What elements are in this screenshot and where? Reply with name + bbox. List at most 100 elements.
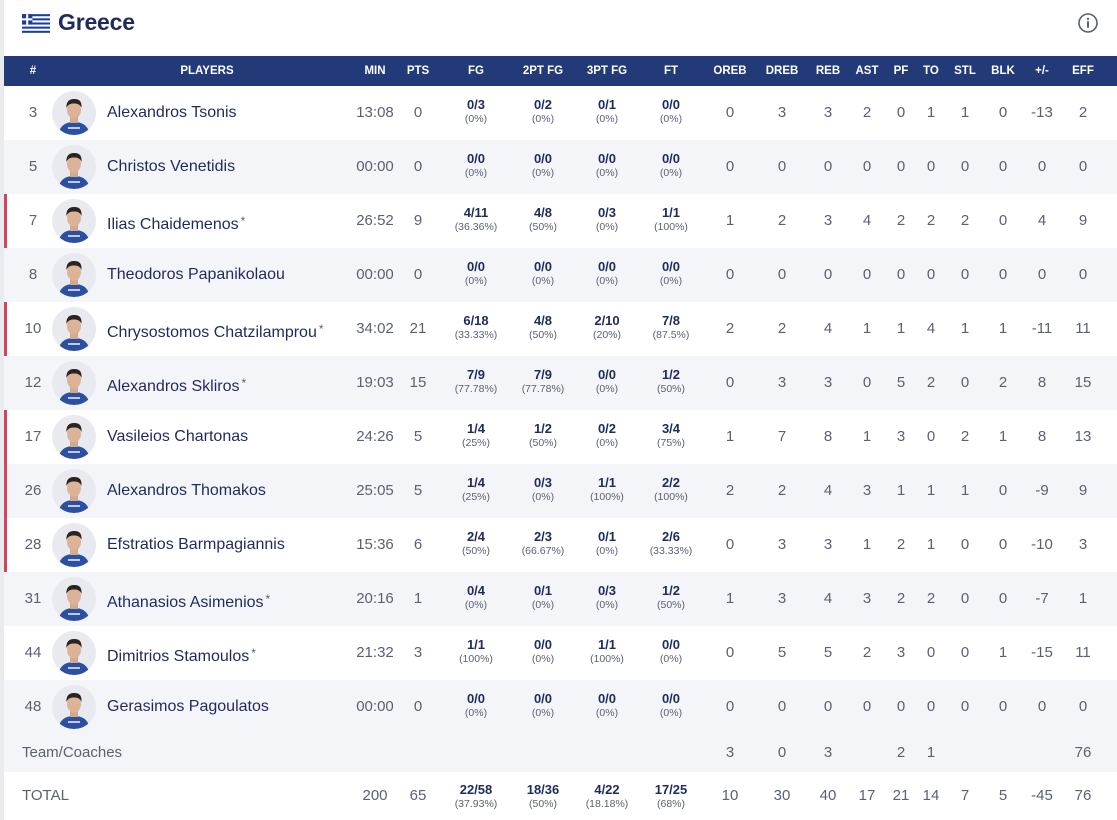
player-fg3-percent: (0%)	[595, 707, 619, 719]
column-header[interactable]: #	[4, 56, 62, 86]
column-header[interactable]: 3PT FG	[576, 56, 638, 86]
player-fg2-made-attempted: 4/8	[533, 205, 553, 220]
player-fg-made-attempted: 7/9	[466, 367, 486, 382]
player-dreb: 7	[777, 428, 787, 445]
player-avatar[interactable]	[52, 415, 96, 459]
player-name-link[interactable]: Christos Venetidis	[107, 140, 235, 194]
player-avatar[interactable]	[52, 685, 96, 729]
player-avatar[interactable]	[52, 631, 96, 675]
team-title: Greece	[58, 9, 135, 35]
player-fg3-made-attempted: 1/1	[597, 637, 617, 652]
player-dreb: 2	[777, 212, 787, 229]
player-name-link[interactable]: Alexandros Thomakos	[107, 464, 266, 518]
player-name-link[interactable]: Alexandros Tsonis	[107, 86, 237, 140]
player-oreb: 0	[725, 104, 735, 121]
total-plus-minus: -45	[1031, 787, 1053, 804]
player-pts: 0	[413, 266, 423, 283]
player-oreb: 1	[725, 590, 735, 607]
player-to: 2	[926, 374, 936, 391]
player-oreb: 1	[725, 428, 735, 445]
player-reb: 0	[823, 698, 833, 715]
player-ft-made-attempted: 2/6	[661, 529, 681, 544]
column-header[interactable]: DREB	[759, 56, 805, 86]
player-fg-percent: (100%)	[459, 653, 493, 665]
table-header: # PLAYERS MIN PTS FG 2PT FG 3PT FG FT OREB DREB RE…	[4, 56, 1117, 86]
player-fg-percent: (33.33%)	[454, 329, 498, 341]
player-avatar[interactable]	[52, 361, 96, 405]
column-header[interactable]: PLAYERS	[62, 56, 352, 86]
player-pf: 1	[896, 320, 906, 337]
player-eff: 15	[1074, 374, 1092, 391]
player-avatar[interactable]	[52, 253, 96, 297]
total-dreb: 30	[773, 787, 791, 804]
player-min: 00:00	[356, 266, 394, 283]
column-header[interactable]: REB	[808, 56, 848, 86]
player-avatar[interactable]	[52, 523, 96, 567]
column-header[interactable]: FT	[638, 56, 704, 86]
player-pts: 3	[413, 644, 423, 661]
player-pm: 4	[1037, 212, 1047, 229]
column-header[interactable]: TO	[916, 56, 946, 86]
column-header[interactable]: OREB	[707, 56, 753, 86]
player-pm: -10	[1031, 536, 1053, 553]
column-header[interactable]: EFF	[1062, 56, 1104, 86]
column-header[interactable]: MIN	[351, 56, 399, 86]
column-header[interactable]: FG	[442, 56, 510, 86]
player-name-link[interactable]: Alexandros Skliros *	[107, 356, 246, 410]
player-avatar[interactable]	[52, 577, 96, 621]
column-header[interactable]: AST	[850, 56, 884, 86]
player-ft: 0/0 (0%)	[638, 151, 704, 180]
player-to: 0	[926, 698, 936, 715]
player-fg-percent: (0%)	[464, 599, 488, 611]
player-stl: 0	[960, 266, 970, 283]
column-header[interactable]: +/-	[1022, 56, 1062, 86]
player-fg-made-attempted: 1/1	[466, 637, 486, 652]
player-name-link[interactable]: Efstratios Barmpagiannis	[107, 518, 285, 572]
table-row: 44 Dimitrios Stamoulos * 21:32 3 1/1 (100%) 0/0…	[4, 626, 1117, 680]
player-fg2-percent: (50%)	[528, 221, 557, 233]
player-name-link[interactable]: Athanasios Asimenios *	[107, 572, 270, 626]
total-reb: 40	[819, 787, 837, 804]
player-ast: 2	[862, 104, 872, 121]
info-icon[interactable]	[1077, 12, 1099, 34]
total-oreb: 10	[721, 787, 739, 804]
player-pts: 5	[413, 482, 423, 499]
player-name-link[interactable]: Dimitrios Stamoulos *	[107, 626, 256, 680]
player-fg3-percent: (0%)	[595, 599, 619, 611]
player-fg3-made-attempted: 0/0	[597, 367, 617, 382]
player-name-link[interactable]: Gerasimos Pagoulatos	[107, 680, 269, 734]
player-avatar[interactable]	[52, 469, 96, 513]
player-to: 1	[926, 482, 936, 499]
player-fg: 1/1 (100%)	[442, 637, 510, 666]
player-avatar[interactable]	[52, 145, 96, 189]
player-ft: 3/4 (75%)	[638, 421, 704, 450]
player-name: Ilias Chaidemenos	[107, 216, 239, 233]
player-oreb: 2	[725, 482, 735, 499]
player-ft-percent: (0%)	[659, 275, 683, 287]
player-fg2-made-attempted: 0/0	[533, 637, 553, 652]
column-header[interactable]: PF	[886, 56, 916, 86]
player-fg2-percent: (0%)	[531, 707, 555, 719]
column-header[interactable]: 2PT FG	[510, 56, 576, 86]
column-header[interactable]: PTS	[401, 56, 435, 86]
player-ast: 1	[862, 428, 872, 445]
player-name-link[interactable]: Vasileios Chartonas	[107, 410, 248, 464]
player-reb: 3	[823, 104, 833, 121]
player-blk: 2	[998, 374, 1008, 391]
player-stl: 0	[960, 158, 970, 175]
player-avatar[interactable]	[52, 91, 96, 135]
player-avatar[interactable]	[52, 199, 96, 243]
player-dreb: 2	[777, 320, 787, 337]
player-name-link[interactable]: Chrysostomos Chatzilamprou *	[107, 302, 324, 356]
player-fg2-made-attempted: 0/1	[533, 583, 553, 598]
player-name-link[interactable]: Ilias Chaidemenos *	[107, 194, 245, 248]
player-name-link[interactable]: Theodoros Papanikolaou	[107, 248, 285, 302]
player-min: 00:00	[356, 698, 394, 715]
player-avatar[interactable]	[52, 307, 96, 351]
column-header[interactable]: BLK	[986, 56, 1020, 86]
player-fg2-made-attempted: 0/0	[533, 691, 553, 706]
team-reb: 3	[823, 744, 833, 761]
player-fg3: 0/1 (0%)	[576, 97, 638, 126]
column-header[interactable]: STL	[948, 56, 982, 86]
player-eff: 0	[1078, 158, 1088, 175]
